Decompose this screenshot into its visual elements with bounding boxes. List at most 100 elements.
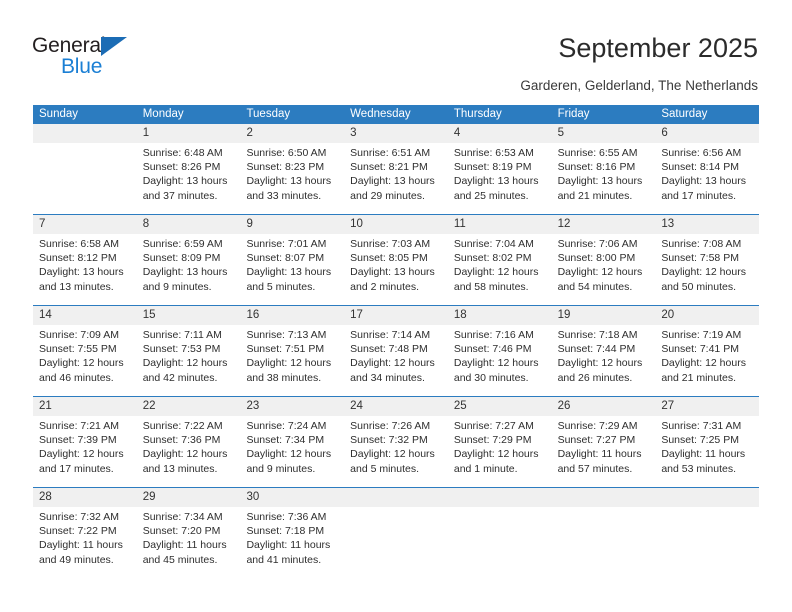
daylight-text: Daylight: 13 hours <box>350 175 435 188</box>
sunset-text: Sunset: 7:39 PM <box>39 434 117 447</box>
day-cell[interactable]: Sunrise: 7:19 AM Sunset: 7:41 PM Daylight:… <box>655 325 759 396</box>
daylight-text: and 13 minutes. <box>142 462 218 475</box>
day-cell[interactable]: Sunrise: 7:34 AM Sunset: 7:20 PM Daylight:… <box>137 507 241 578</box>
sunset-text: Sunset: 7:22 PM <box>39 525 117 538</box>
week-daynumber-band: 21 22 23 24 25 26 27 <box>33 397 759 416</box>
day-number[interactable]: 20 <box>655 306 759 325</box>
day-cell[interactable]: Sunrise: 7:36 AM Sunset: 7:18 PM Daylight:… <box>240 507 344 578</box>
day-number[interactable]: 15 <box>137 306 241 325</box>
day-number[interactable]: 5 <box>552 124 656 143</box>
day-cell[interactable]: Sunrise: 6:59 AM Sunset: 8:09 PM Daylight:… <box>137 234 241 305</box>
weekday-header-row: Sunday Monday Tuesday Wednesday Thursday Frid… <box>33 105 759 124</box>
day-number-empty <box>344 488 448 507</box>
day-number[interactable]: 2 <box>240 124 344 143</box>
day-number[interactable]: 11 <box>448 215 552 234</box>
day-number[interactable]: 24 <box>344 397 448 416</box>
day-cell[interactable]: Sunrise: 6:48 AM Sunset: 8:26 PM Daylight:… <box>137 143 241 214</box>
calendar-week-row: 21 22 23 24 25 26 27 Sunrise: 7:21 AM Sunset: 7:… <box>33 396 759 487</box>
day-number[interactable]: 16 <box>240 306 344 325</box>
day-cell[interactable]: Sunrise: 7:11 AM Sunset: 7:53 PM Daylight:… <box>137 325 241 396</box>
day-cell[interactable]: Sunrise: 7:31 AM Sunset: 7:25 PM Daylight:… <box>655 416 759 487</box>
day-cell[interactable]: Sunrise: 6:56 AM Sunset: 8:14 PM Daylight:… <box>655 143 759 214</box>
day-number[interactable]: 12 <box>552 215 656 234</box>
weekday-header-saturday: Saturday <box>661 108 708 120</box>
day-number[interactable]: 9 <box>240 215 344 234</box>
day-cell[interactable]: Sunrise: 6:50 AM Sunset: 8:23 PM Daylight:… <box>240 143 344 214</box>
day-cell[interactable]: Sunrise: 6:53 AM Sunset: 8:19 PM Daylight:… <box>448 143 552 214</box>
daylight-text: Daylight: 12 hours <box>142 448 228 461</box>
daylight-text: Daylight: 13 hours <box>246 266 332 279</box>
day-number[interactable]: 8 <box>137 215 241 234</box>
day-cell[interactable]: Sunrise: 7:21 AM Sunset: 7:39 PM Daylight:… <box>33 416 137 487</box>
day-cell[interactable]: Sunrise: 6:55 AM Sunset: 8:16 PM Daylight:… <box>552 143 656 214</box>
day-number[interactable]: 28 <box>33 488 137 507</box>
day-number[interactable]: 21 <box>33 397 137 416</box>
daylight-text: and 46 minutes. <box>39 371 114 384</box>
day-cell[interactable]: Sunrise: 7:01 AM Sunset: 8:07 PM Daylight:… <box>240 234 344 305</box>
day-number[interactable]: 19 <box>552 306 656 325</box>
day-number[interactable]: 3 <box>344 124 448 143</box>
sunset-text: Sunset: 8:19 PM <box>453 161 532 174</box>
sunset-text: Sunset: 7:20 PM <box>142 525 221 538</box>
daylight-text: and 25 minutes. <box>453 189 529 202</box>
day-cell[interactable]: Sunrise: 7:13 AM Sunset: 7:51 PM Daylight:… <box>240 325 344 396</box>
daylight-text: Daylight: 12 hours <box>453 357 539 370</box>
day-number[interactable]: 18 <box>448 306 552 325</box>
day-number[interactable]: 29 <box>137 488 241 507</box>
day-number[interactable]: 26 <box>552 397 656 416</box>
day-number[interactable]: 6 <box>655 124 759 143</box>
day-cell[interactable]: Sunrise: 7:18 AM Sunset: 7:44 PM Daylight:… <box>552 325 656 396</box>
calendar-week-row: 14 15 16 17 18 19 20 Sunrise: 7:09 AM Sunset: 7:… <box>33 305 759 396</box>
day-number[interactable]: 25 <box>448 397 552 416</box>
sunset-text: Sunset: 8:07 PM <box>246 252 325 265</box>
sunrise-text: Sunrise: 7:27 AM <box>453 420 534 432</box>
daylight-text: and 13 minutes. <box>39 280 114 293</box>
sunrise-text: Sunrise: 7:32 AM <box>39 511 119 523</box>
day-number[interactable]: 30 <box>240 488 344 507</box>
day-cell[interactable]: Sunrise: 6:51 AM Sunset: 8:21 PM Daylight:… <box>344 143 448 214</box>
day-number[interactable]: 1 <box>137 124 241 143</box>
day-cell[interactable]: Sunrise: 6:58 AM Sunset: 8:12 PM Daylight:… <box>33 234 137 305</box>
sunrise-text: Sunrise: 6:56 AM <box>661 147 742 159</box>
day-cell[interactable]: Sunrise: 7:04 AM Sunset: 8:02 PM Daylight:… <box>448 234 552 305</box>
day-cell[interactable]: Sunrise: 7:16 AM Sunset: 7:46 PM Daylight:… <box>448 325 552 396</box>
daylight-text: and 5 minutes. <box>350 462 420 475</box>
day-cell[interactable]: Sunrise: 7:09 AM Sunset: 7:55 PM Daylight:… <box>33 325 137 396</box>
day-number[interactable]: 10 <box>344 215 448 234</box>
day-number[interactable]: 17 <box>344 306 448 325</box>
week-daynumber-band: 14 15 16 17 18 19 20 <box>33 306 759 325</box>
week-detail-band: Sunrise: 7:21 AM Sunset: 7:39 PM Daylight:… <box>33 416 759 487</box>
sunset-text: Sunset: 7:44 PM <box>557 343 636 356</box>
weekday-header-monday: Monday <box>142 108 184 120</box>
daylight-text: and 57 minutes. <box>557 462 633 475</box>
day-number[interactable]: 22 <box>137 397 241 416</box>
day-cell[interactable]: Sunrise: 7:27 AM Sunset: 7:29 PM Daylight:… <box>448 416 552 487</box>
daylight-text: Daylight: 13 hours <box>246 175 332 188</box>
weekday-header-sunday: Sunday <box>39 108 79 120</box>
day-number[interactable]: 4 <box>448 124 552 143</box>
day-cell[interactable]: Sunrise: 7:24 AM Sunset: 7:34 PM Daylight:… <box>240 416 344 487</box>
daylight-text: Daylight: 13 hours <box>661 175 746 188</box>
general-blue-logo[interactable]: General Blue <box>32 34 172 80</box>
day-cell[interactable]: Sunrise: 7:06 AM Sunset: 8:00 PM Daylight:… <box>552 234 656 305</box>
day-number[interactable]: 23 <box>240 397 344 416</box>
day-number[interactable]: 7 <box>33 215 137 234</box>
day-cell[interactable]: Sunrise: 7:29 AM Sunset: 7:27 PM Daylight:… <box>552 416 656 487</box>
day-number-empty <box>448 488 552 507</box>
day-cell[interactable]: Sunrise: 7:26 AM Sunset: 7:32 PM Daylight:… <box>344 416 448 487</box>
sunset-text: Sunset: 7:48 PM <box>350 343 428 356</box>
day-cell[interactable]: Sunrise: 7:14 AM Sunset: 7:48 PM Daylight:… <box>344 325 448 396</box>
sunset-text: Sunset: 7:53 PM <box>142 343 221 356</box>
sunrise-text: Sunrise: 7:14 AM <box>350 329 431 341</box>
day-number[interactable]: 13 <box>655 215 759 234</box>
day-number[interactable]: 27 <box>655 397 759 416</box>
day-cell[interactable]: Sunrise: 7:22 AM Sunset: 7:36 PM Daylight:… <box>137 416 241 487</box>
day-cell[interactable]: Sunrise: 7:32 AM Sunset: 7:22 PM Daylight:… <box>33 507 137 578</box>
day-number[interactable]: 14 <box>33 306 137 325</box>
weekday-header-friday: Friday <box>557 108 590 120</box>
daylight-text: and 38 minutes. <box>246 371 322 384</box>
day-cell[interactable]: Sunrise: 7:03 AM Sunset: 8:05 PM Daylight:… <box>344 234 448 305</box>
daylight-text: and 29 minutes. <box>350 189 425 202</box>
month-calendar: Sunday Monday Tuesday Wednesday Thursday Frid… <box>33 105 759 578</box>
day-cell[interactable]: Sunrise: 7:08 AM Sunset: 7:58 PM Daylight:… <box>655 234 759 305</box>
